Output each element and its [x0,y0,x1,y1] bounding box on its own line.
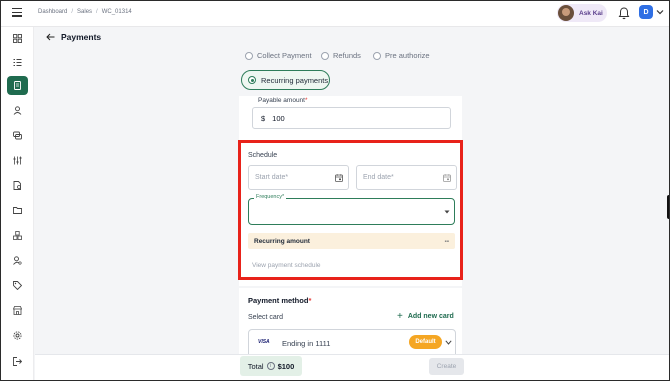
currency-symbol: $ [261,113,266,123]
option-collect-payment[interactable]: Collect Payment [245,51,312,60]
folder-icon[interactable] [9,202,26,219]
top-bar: Dashboard / Sales / WC_01314 Ask Kai D [1,1,669,27]
bell-icon[interactable] [618,7,630,20]
option-recurring-payments[interactable]: Recurring payments [241,70,330,90]
arrow-left-icon[interactable] [46,33,55,41]
footer-bar [35,354,669,380]
breadcrumb-dashboard[interactable]: Dashboard [38,9,67,15]
chat-icon[interactable] [9,127,26,144]
calendar-icon[interactable] [443,174,451,182]
amount-value: 100 [272,113,285,123]
dashboard-icon[interactable] [9,30,26,47]
breadcrumb-current: WC_01314 [101,9,132,15]
visa-logo-icon: VISA [258,339,270,345]
payment-method-title: Payment method* [248,296,312,305]
frequency-label: Frequency* [254,194,287,200]
plus-icon: + [397,311,403,322]
option-label: Pre authorize [385,51,430,60]
breadcrumb: Dashboard / Sales / WC_01314 [38,9,132,15]
start-date-placeholder: Start date* [255,174,289,181]
card-ending-label: Ending in 1111 [282,339,331,348]
logout-icon[interactable] [9,353,26,370]
default-badge: Default [409,335,442,349]
create-button[interactable]: Create [429,358,464,375]
chevron-down-icon[interactable] [656,9,664,15]
ask-kai-label: Ask Kai [579,9,603,17]
option-label: Refunds [333,51,361,60]
option-pre-authorize[interactable]: Pre authorize [373,51,430,60]
radio-icon [245,51,253,60]
total-summary: Total i $100 [240,356,302,376]
sliders-icon[interactable] [9,152,26,169]
option-refunds[interactable]: Refunds [321,51,361,60]
option-label: Recurring payments [261,75,329,85]
add-new-card-label: Add new card [407,313,454,320]
info-icon[interactable]: i [266,362,275,370]
calendar-icon[interactable] [335,174,343,182]
payable-amount-input[interactable]: $ 100 [252,107,451,129]
tag-icon[interactable] [9,277,26,294]
frequency-select[interactable] [248,198,455,225]
recurring-amount-label: Recurring amount [254,237,310,245]
sales-icon[interactable] [7,76,28,95]
payable-amount-label: Payable amount* [258,97,308,104]
option-label: Collect Payment [257,51,312,60]
page-header: Payments [46,32,101,42]
kai-avatar [558,5,574,21]
end-date-placeholder: End date* [363,174,394,181]
radio-checked-icon [248,76,256,84]
gear-icon[interactable] [9,327,26,344]
user-avatar[interactable]: D [639,5,653,19]
boxes-icon[interactable] [9,227,26,244]
select-card-label: Select card [248,314,284,321]
list-icon[interactable] [9,54,26,71]
ask-kai-button[interactable]: Ask Kai [557,4,607,22]
document-user-icon[interactable] [9,177,26,194]
app-frame: Dashboard / Sales / WC_01314 Ask Kai D P… [0,0,670,381]
user-icon[interactable] [9,102,26,119]
schedule-title: Schedule [248,152,278,159]
add-new-card-button[interactable]: + Add new card [397,311,454,322]
radio-icon [321,51,329,60]
saved-card-select[interactable]: VISA Ending in 1111 Default [248,329,456,355]
start-date-field[interactable]: Start date* [248,165,349,190]
chevron-down-icon[interactable] [445,340,452,345]
total-value: $100 [277,361,295,371]
sidebar [1,27,34,380]
caret-down-icon[interactable] [444,210,450,214]
user-settings-icon[interactable] [9,252,26,269]
view-payment-schedule-link[interactable]: View payment schedule [252,262,321,269]
page-title: Payments [61,32,102,42]
store-icon[interactable] [9,302,26,319]
hamburger-menu-icon[interactable] [12,8,22,17]
radio-icon [373,51,381,60]
end-date-field[interactable]: End date* [356,165,457,190]
recurring-amount-value: -- [444,237,449,245]
recurring-amount-row: Recurring amount -- [248,233,455,249]
total-label: Total [247,361,264,371]
breadcrumb-sales[interactable]: Sales [77,9,92,15]
